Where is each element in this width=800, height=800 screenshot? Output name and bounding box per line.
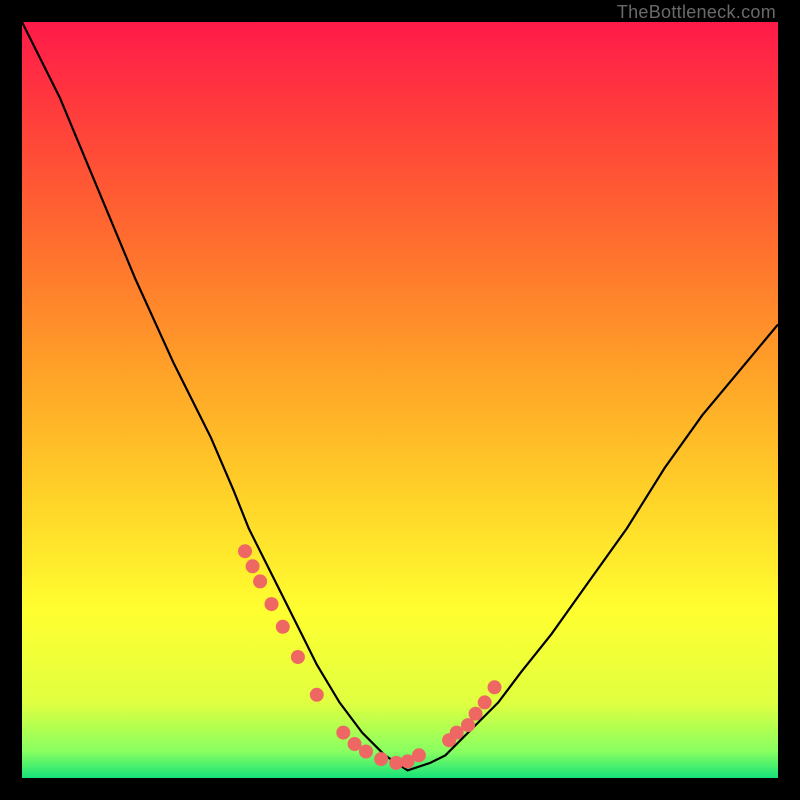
chart-svg — [22, 22, 778, 778]
curve-marker — [238, 544, 252, 558]
curve-marker — [469, 707, 483, 721]
curve-marker — [253, 574, 267, 588]
curve-marker — [478, 695, 492, 709]
curve-marker — [336, 726, 350, 740]
bottleneck-curve — [22, 22, 778, 770]
curve-marker — [461, 718, 475, 732]
watermark-text: TheBottleneck.com — [617, 2, 776, 23]
curve-marker — [359, 745, 373, 759]
curve-marker — [412, 748, 426, 762]
curve-marker — [374, 752, 388, 766]
curve-marker — [310, 688, 324, 702]
curve-marker — [276, 620, 290, 634]
curve-marker — [265, 597, 279, 611]
curve-marker — [246, 559, 260, 573]
curve-marker — [488, 680, 502, 694]
curve-marker — [291, 650, 305, 664]
curve-markers — [238, 544, 502, 770]
curve-marker — [348, 737, 362, 751]
